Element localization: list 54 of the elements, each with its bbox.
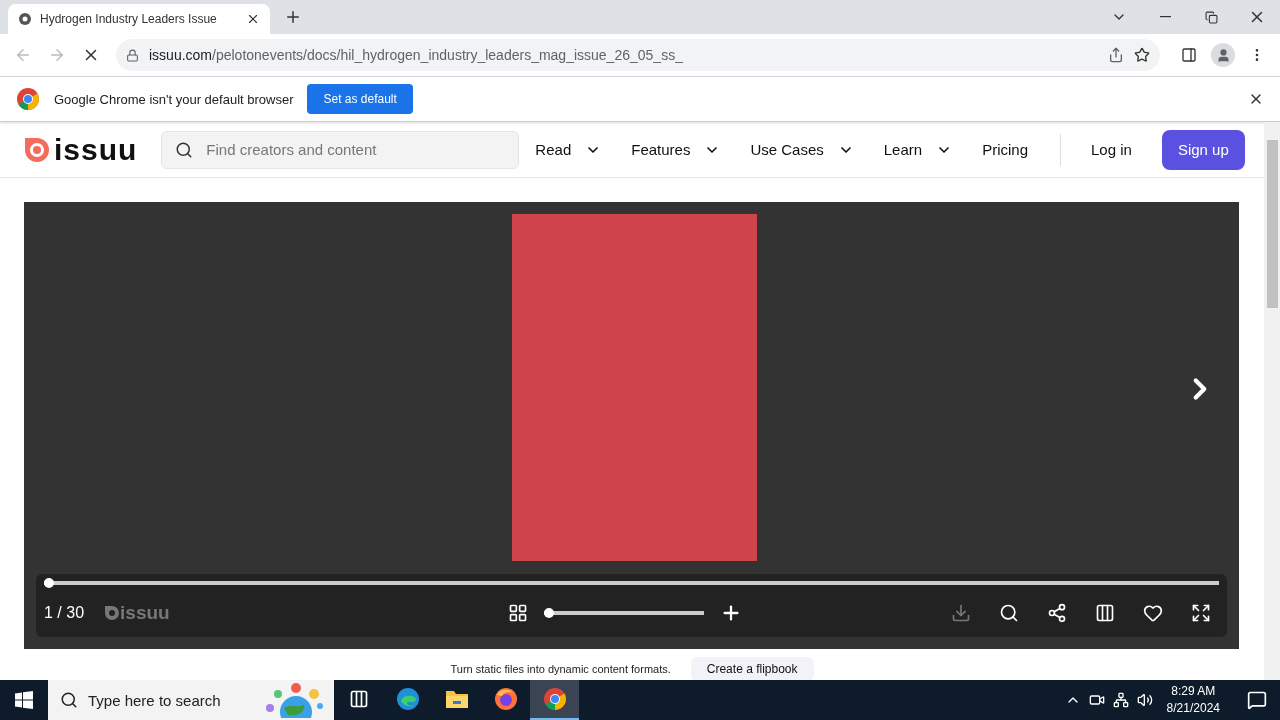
brand-text: issuu [120, 601, 170, 624]
infobar-message: Google Chrome isn't your default browser [54, 91, 294, 107]
lock-icon [126, 48, 139, 62]
plus-icon [284, 8, 302, 26]
page-progress-track[interactable] [44, 578, 1219, 588]
brand-icon [104, 604, 121, 621]
tricolor-circle-icon [542, 687, 567, 711]
url-text: issuu.com/pelotonevents/docs/hil_hydrogen_industry_leaders_mag_issue_26_05_ss_ [149, 47, 685, 63]
scrollbar[interactable] [1264, 122, 1280, 680]
search-field[interactable]: Find creators and content [161, 130, 520, 169]
logo-text: issuu [54, 134, 138, 165]
close-tab-icon[interactable] [246, 12, 260, 26]
heart-icon[interactable] [1143, 602, 1163, 623]
search-icon [175, 140, 194, 159]
message-icon [1247, 690, 1267, 710]
search-icon [60, 691, 78, 709]
login-link[interactable]: Log in [1085, 140, 1138, 159]
network-icon[interactable] [1112, 692, 1129, 708]
zoom-thumb[interactable] [544, 607, 555, 618]
nav-menu-item[interactable]: Read [535, 141, 602, 158]
nav-menu-item[interactable]: Pricing [982, 141, 1028, 158]
share-icon[interactable] [1047, 602, 1067, 623]
nav-menu-item[interactable]: Learn [883, 141, 953, 158]
promo-text: Turn static files into dynamic content formats. [450, 663, 671, 675]
restore-icon [1204, 10, 1218, 24]
side-panel-icon [1181, 47, 1197, 63]
set-default-button[interactable]: Set as default [307, 84, 413, 114]
create-flipbook-button[interactable]: Create a flipbook [690, 657, 814, 680]
nav-menu-item[interactable]: Features [631, 141, 721, 158]
minimize-icon [1159, 16, 1171, 18]
signup-button[interactable]: Sign up [1161, 129, 1245, 170]
fullscreen-icon[interactable] [1191, 602, 1211, 623]
tab-title: Hydrogen Industry Leaders Issue [40, 12, 218, 26]
site-favicon [18, 12, 32, 26]
avatar-icon [1211, 43, 1235, 67]
download-icon[interactable] [951, 602, 971, 623]
folder-icon [444, 689, 469, 709]
search-icon[interactable] [999, 602, 1019, 623]
windows-logo-icon [15, 691, 33, 709]
browser-tab[interactable]: Hydrogen Industry Leaders Issue [8, 4, 270, 34]
bookmark-star-icon[interactable] [1134, 47, 1150, 63]
grid-view-icon[interactable] [508, 602, 529, 623]
progress-thumb[interactable] [44, 578, 54, 588]
swirl-icon [395, 687, 420, 711]
speaker-icon[interactable] [1136, 692, 1153, 708]
tricolor-circle-icon [16, 87, 40, 111]
logo-icon [24, 136, 50, 163]
taskbar-clock[interactable]: 8:29 AM 8/21/2024 [1160, 683, 1226, 717]
camera-icon[interactable] [1088, 692, 1105, 708]
forward-arrow-icon [48, 46, 66, 64]
nav-menu-item[interactable]: Use Cases [750, 141, 854, 158]
taskbar-search-field[interactable]: Type here to search [48, 680, 334, 720]
page-counter: 1 / 30 [44, 603, 85, 622]
address-bar[interactable]: issuu.com/pelotonevents/docs/hil_hydrogen_industry_leaders_mag_issue_26_05_ss_ [116, 39, 1160, 71]
